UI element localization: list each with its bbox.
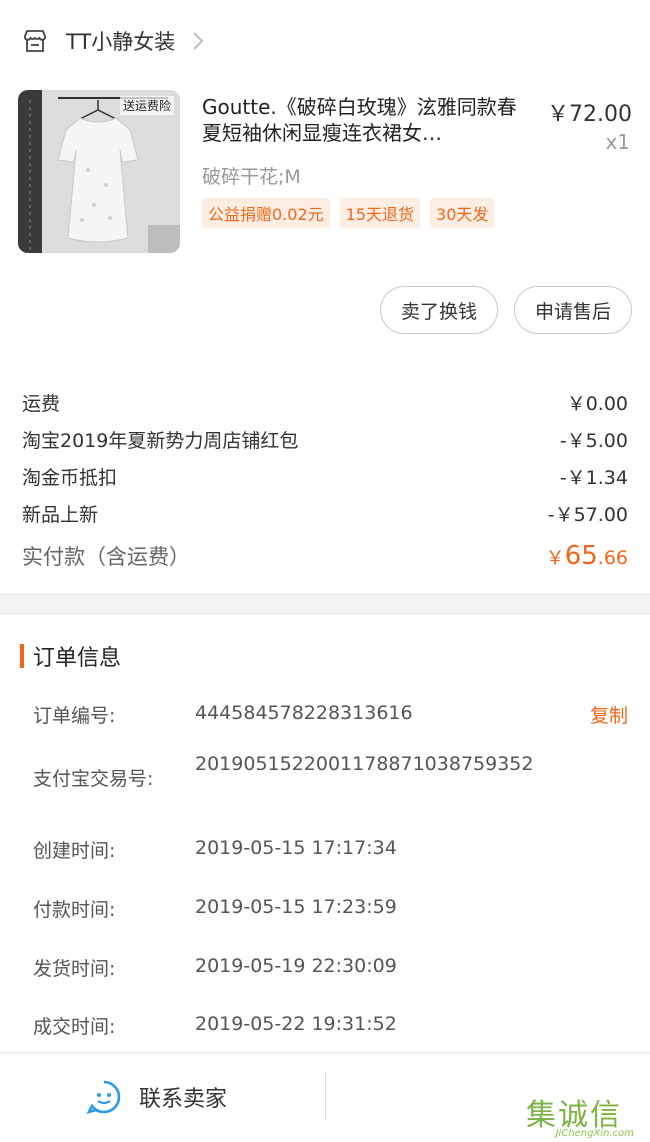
watermark-url: JiChengXin.com [555,1128,634,1139]
product-item[interactable]: 送运费险 Goutte.《破碎白玫瑰》泫雅同款春夏短袖休闲显瘦连衣裙女… ￥72… [18,90,632,255]
order-value: 2019-05-19 22:30:09 [195,955,397,977]
fee-value: -￥1.34 [559,467,628,489]
fee-label: 淘宝2019年夏新势力周店铺红包 [22,430,299,452]
fee-row-total: 实付款（含运费） ￥65.66 [22,536,628,576]
product-sku: 破碎干花;M [202,166,301,188]
order-label: 订单编号: [33,705,116,727]
order-info-title: 订单信息 [33,646,122,671]
chat-bubble-icon [86,1080,121,1115]
watermark-logo: 集诚信 JiChengXin.com [526,1090,636,1140]
order-value: 2019051522001178871038759352 [195,753,534,775]
fee-summary: 运费 ￥0.00 淘宝2019年夏新势力周店铺红包 -￥5.00 淘金币抵扣 -… [22,384,628,576]
product-tags: 公益捐赠0.02元 15天退货 30天发 [202,198,495,228]
order-label: 创建时间: [33,840,116,862]
order-label: 发货时间: [33,958,116,980]
copy-order-number-button[interactable]: 复制 [590,701,628,728]
contact-seller-label: 联系卖家 [139,1087,228,1112]
section-divider [0,593,650,615]
fee-value: ￥0.00 [566,393,628,415]
order-value: 2019-05-15 17:23:59 [195,896,397,918]
fee-row-taojinbi: 淘金币抵扣 -￥1.34 [22,458,628,495]
charity-tag: 公益捐赠0.02元 [202,198,330,228]
order-label: 付款时间: [33,899,116,921]
total-label: 实付款（含运费） [22,545,190,569]
chevron-right-icon [193,32,204,50]
fee-label: 淘金币抵扣 [22,467,118,489]
product-quantity: x1 [605,130,630,154]
product-thumbnail[interactable]: 送运费险 [18,90,180,253]
fee-row-newitem: 新品上新 -￥57.00 [22,495,628,532]
fee-value: -￥57.00 [547,504,628,526]
product-title[interactable]: Goutte.《破碎白玫瑰》泫雅同款春夏短袖休闲显瘦连衣裙女… [202,94,532,146]
product-price: ￥72.00 [547,102,632,127]
contact-seller-button[interactable]: 联系卖家 [86,1079,227,1115]
fee-row-redpacket: 淘宝2019年夏新势力周店铺红包 -￥5.00 [22,421,628,458]
total-amount: ￥65.66 [546,541,628,571]
return-policy-tag: 15天退货 [339,198,421,228]
total-integer: 65 [564,541,598,571]
total-decimal: .66 [597,547,628,569]
shipping-time-tag: 30天发 [430,198,495,228]
sell-for-cash-button[interactable]: 卖了换钱 [379,286,498,334]
fee-label: 运费 [22,393,61,415]
order-label: 成交时间: [33,1016,116,1038]
request-aftersale-button[interactable]: 申请售后 [513,286,632,334]
fee-label: 新品上新 [22,504,99,526]
shop-header[interactable]: TT小静女装 [0,0,650,82]
order-value: 444584578228313616 [195,702,413,724]
total-currency: ￥ [545,547,565,569]
insurance-label: 送运费险 [119,96,174,115]
section-accent-bar [20,644,24,668]
fee-value: -￥5.00 [559,430,628,452]
fee-row-shipping: 运费 ￥0.00 [22,384,628,421]
shop-name: TT小静女装 [66,30,176,54]
store-icon [24,30,46,52]
order-value: 2019-05-15 17:17:34 [195,837,397,859]
order-value: 2019-05-22 19:31:52 [195,1013,397,1035]
order-actions: 卖了换钱 申请售后 [379,286,632,334]
bottom-bar-divider [325,1071,326,1121]
order-label: 支付宝交易号: [33,768,154,790]
order-info-header: 订单信息 [20,640,121,672]
